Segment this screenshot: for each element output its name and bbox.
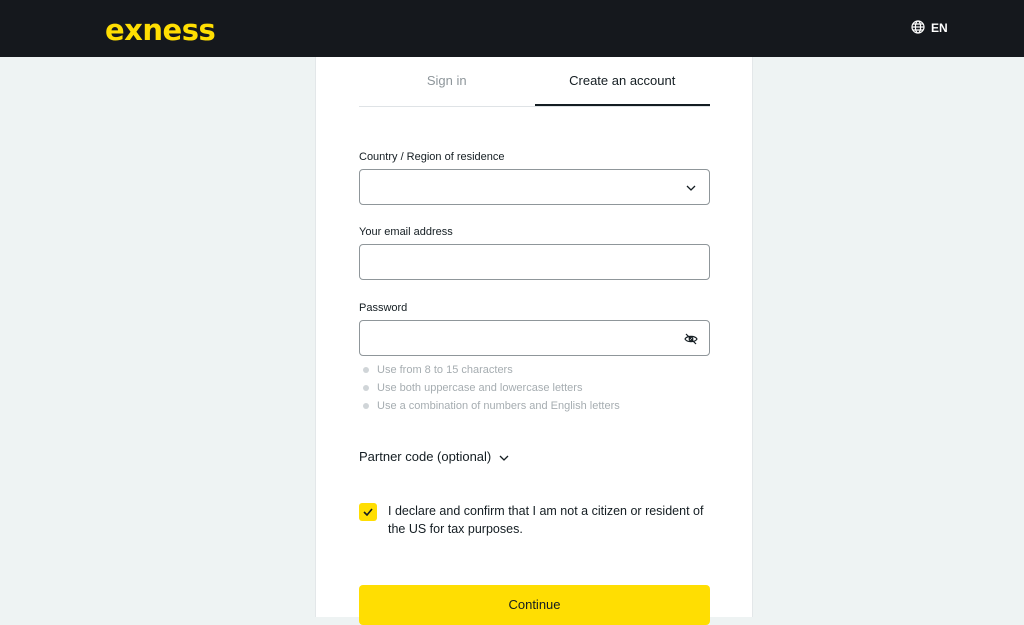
globe-icon	[911, 19, 925, 37]
country-input[interactable]	[360, 170, 709, 204]
email-label: Your email address	[359, 226, 453, 238]
country-select[interactable]	[359, 169, 710, 205]
declaration-checkbox[interactable]	[359, 503, 377, 521]
language-label: EN	[931, 21, 948, 35]
password-hint: Use from 8 to 15 characters	[363, 361, 620, 379]
password-field[interactable]	[359, 320, 710, 356]
password-hint: Use a combination of numbers and English…	[363, 397, 620, 415]
eye-slash-icon[interactable]	[683, 331, 699, 347]
bullet-icon	[363, 403, 369, 409]
top-bar: exness EN	[0, 0, 1024, 57]
chevron-down-icon	[499, 449, 509, 464]
language-selector[interactable]: EN	[911, 19, 948, 37]
checkmark-icon	[363, 508, 373, 516]
email-input[interactable]	[360, 245, 709, 279]
password-hint: Use both uppercase and lowercase letters	[363, 379, 620, 397]
password-label: Password	[359, 302, 408, 314]
chevron-down-icon[interactable]	[683, 180, 699, 196]
tab-sign-in[interactable]: Sign in	[359, 57, 535, 106]
bullet-icon	[363, 367, 369, 373]
continue-button[interactable]: Continue	[359, 585, 710, 625]
exness-logo[interactable]: exness	[105, 10, 216, 50]
email-field[interactable]	[359, 244, 710, 280]
tab-create-account[interactable]: Create an account	[534, 57, 710, 106]
auth-tabs: Sign in Create an account	[359, 57, 710, 107]
country-label: Country / Region of residence	[359, 151, 505, 163]
bullet-icon	[363, 385, 369, 391]
password-requirements: Use from 8 to 15 characters Use both upp…	[363, 361, 620, 415]
partner-code-label: Partner code (optional)	[359, 448, 492, 464]
password-input[interactable]	[360, 321, 709, 355]
partner-code-toggle[interactable]: Partner code (optional)	[359, 446, 509, 466]
declaration-text: I declare and confirm that I am not a ci…	[388, 504, 704, 536]
